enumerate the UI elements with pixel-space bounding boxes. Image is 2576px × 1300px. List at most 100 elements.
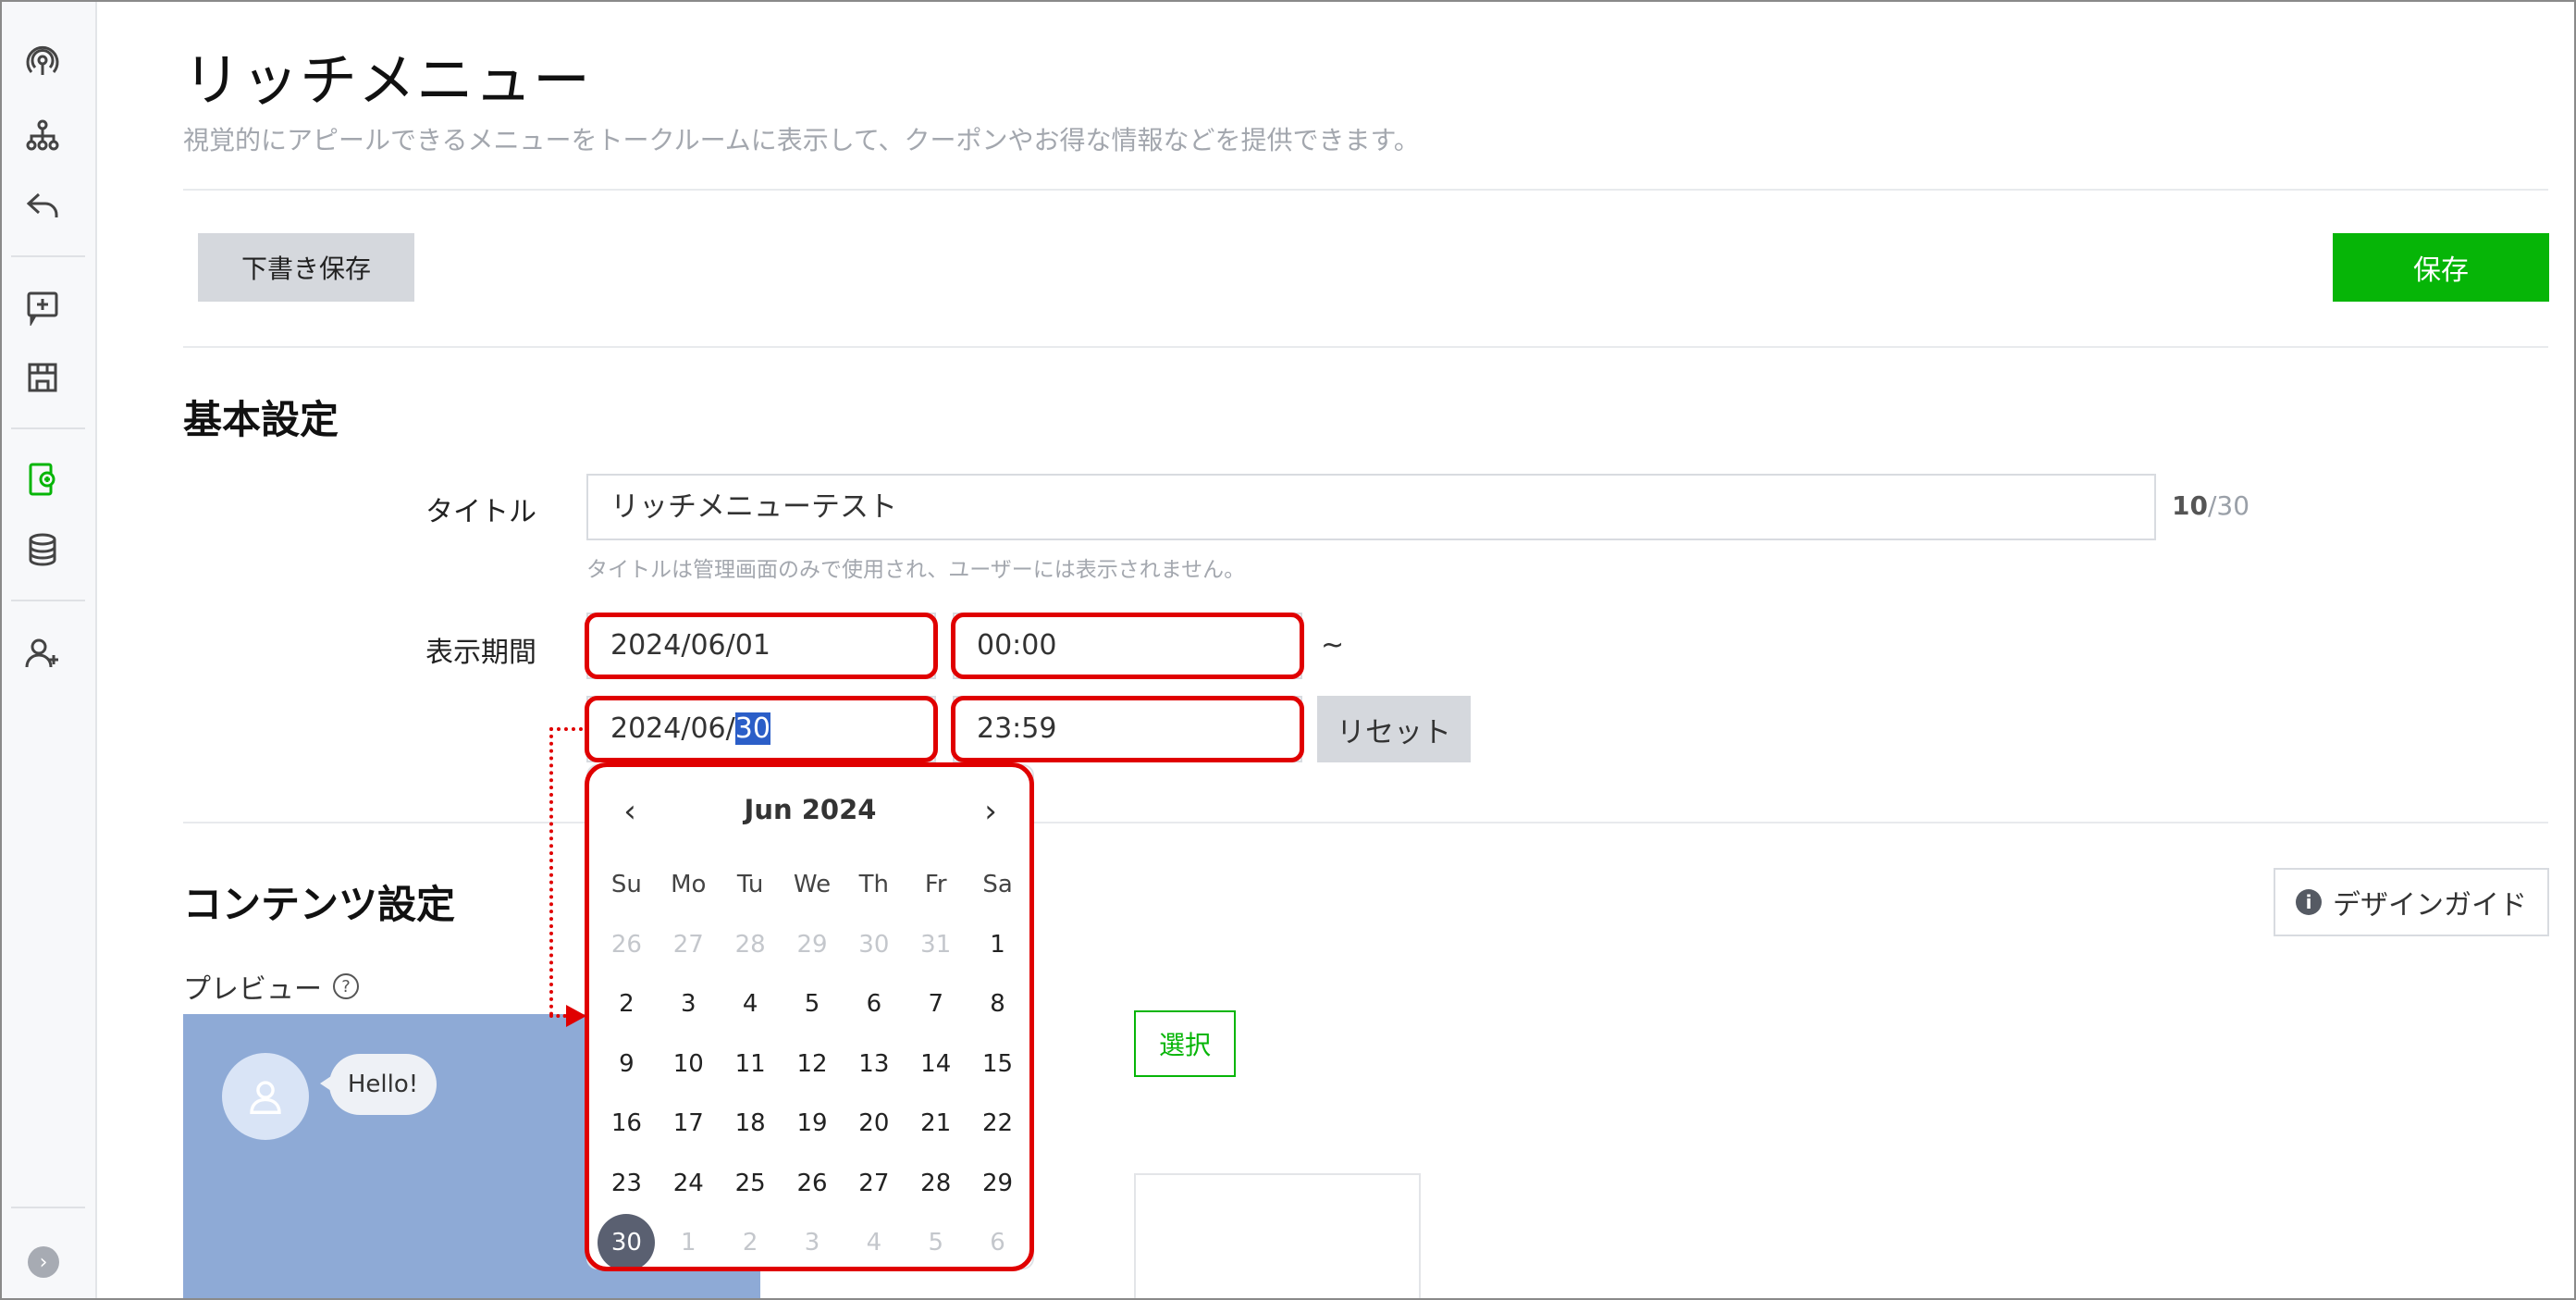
calendar-day[interactable]: 28 [905, 1154, 967, 1214]
calendar-day-number: 5 [804, 990, 820, 1019]
date-picker-popup: ‹ Jun 2024 › Su Mo Tu We Th Fr Sa 26 27 28 29 30 31 1… [586, 764, 1034, 1272]
calendar-day-number: 8 [990, 990, 1005, 1019]
calendar-day-number: 14 [920, 1049, 952, 1078]
calendar-header: ‹ Jun 2024 › [588, 790, 1032, 833]
calendar-day[interactable]: 9 [596, 1034, 658, 1095]
help-icon[interactable]: ? [333, 973, 359, 999]
calendar-day[interactable]: 1 [967, 915, 1029, 975]
calendar-day[interactable]: 21 [905, 1094, 967, 1154]
weekday-label: Th [858, 871, 890, 899]
calendar-day[interactable]: 27 [843, 1154, 905, 1214]
calendar-day[interactable]: 28 [720, 915, 782, 975]
calendar-day[interactable]: 1 [658, 1213, 720, 1273]
user-icon [250, 1081, 281, 1114]
display-period-label: 表示期間 [425, 637, 536, 669]
calendar-day[interactable]: 24 [658, 1154, 720, 1214]
weekday-label: Tu [736, 871, 764, 899]
calendar-day[interactable]: 2 [720, 1213, 782, 1273]
calendar-day[interactable]: 16 [596, 1094, 658, 1154]
calendar-day[interactable]: 3 [658, 974, 720, 1034]
end-date-prefix: 2024/06/ [610, 712, 735, 745]
annotation-connector [549, 727, 583, 731]
calendar-day[interactable]: 2 [596, 974, 658, 1034]
select-template-button[interactable]: 選択 [1134, 1010, 1236, 1077]
calendar-day[interactable]: 19 [782, 1094, 844, 1154]
next-month-chevron-icon[interactable]: › [969, 790, 1012, 833]
calendar-day-number: 3 [804, 1229, 820, 1257]
content-area-box [1134, 1173, 1421, 1300]
calendar-day[interactable]: 15 [967, 1034, 1029, 1095]
sidebar-divider [11, 1207, 85, 1208]
reply-icon[interactable] [24, 187, 61, 224]
calendar-day[interactable]: 17 [658, 1094, 720, 1154]
annotation-connector [549, 727, 553, 1016]
calendar-day-number: 9 [619, 1049, 635, 1078]
title-input[interactable]: リッチメニューテスト [586, 474, 2156, 540]
calendar-day[interactable]: 23 [596, 1154, 658, 1214]
sidebar: › [0, 0, 97, 1300]
calendar-day[interactable]: 22 [967, 1094, 1029, 1154]
calendar-day[interactable]: 12 [782, 1034, 844, 1095]
sitemap-icon[interactable] [24, 117, 61, 154]
calendar-day-number: 23 [610, 1169, 642, 1197]
calendar-day[interactable]: 18 [720, 1094, 782, 1154]
calendar-day-number: 30 [598, 1214, 656, 1272]
broadcast-icon[interactable] [24, 44, 61, 81]
calendar-day-number: 6 [866, 990, 882, 1019]
end-time-input[interactable]: 23:59 [953, 696, 1302, 762]
design-guide-button[interactable]: i デザインガイド [2274, 868, 2549, 936]
calendar-day[interactable]: 8 [967, 974, 1029, 1034]
calendar-day-number: 27 [858, 1169, 890, 1197]
divider [183, 346, 2548, 348]
store-icon[interactable] [24, 359, 61, 396]
calendar-day[interactable]: 20 [843, 1094, 905, 1154]
title-label: タイトル [425, 496, 536, 528]
rich-menu-icon[interactable] [24, 461, 61, 498]
calendar-day[interactable]: 26 [782, 1154, 844, 1214]
calendar-day[interactable]: 31 [905, 915, 967, 975]
preview-label: プレビュー? [183, 966, 359, 1007]
calendar-day[interactable]: 4 [720, 974, 782, 1034]
sidebar-expand-button[interactable]: › [28, 1246, 59, 1278]
calendar-day[interactable]: 5 [782, 974, 844, 1034]
calendar-day[interactable]: 10 [658, 1034, 720, 1095]
start-date-input[interactable]: 2024/06/01 [586, 613, 936, 679]
save-draft-button[interactable]: 下書き保存 [198, 233, 414, 302]
calendar-day[interactable]: 11 [720, 1034, 782, 1095]
calendar-day[interactable]: 29 [967, 1154, 1029, 1214]
calendar-day[interactable]: 25 [720, 1154, 782, 1214]
calendar-day-number: 26 [796, 1169, 828, 1197]
weekday-label: Fr [924, 871, 947, 899]
calendar-day-number: 25 [734, 1169, 766, 1197]
annotation-arrowhead-icon [566, 1005, 586, 1027]
message-plus-icon[interactable] [24, 289, 61, 326]
calendar-day[interactable]: 4 [843, 1213, 905, 1273]
sidebar-divider [11, 600, 85, 601]
calendar-day[interactable]: 7 [905, 974, 967, 1034]
save-button[interactable]: 保存 [2333, 233, 2549, 302]
calendar-day[interactable]: 5 [905, 1213, 967, 1273]
calendar-day[interactable]: 3 [782, 1213, 844, 1273]
calendar-day[interactable]: 6 [843, 974, 905, 1034]
calendar-day-number: 17 [672, 1109, 704, 1138]
calendar-day-number: 12 [796, 1049, 828, 1078]
calendar-day-number: 27 [672, 930, 704, 959]
calendar-day[interactable]: 14 [905, 1034, 967, 1095]
calendar-day[interactable]: 27 [658, 915, 720, 975]
basic-settings-heading: 基本設定 [183, 397, 339, 442]
calendar-day[interactable]: 29 [782, 915, 844, 975]
start-time-input[interactable]: 00:00 [953, 613, 1302, 679]
calendar-day[interactable]: 6 [967, 1213, 1029, 1273]
end-date-input[interactable]: 2024/06/30 [586, 696, 936, 762]
calendar-day[interactable]: 26 [596, 915, 658, 975]
info-icon: i [2296, 889, 2322, 915]
user-plus-icon[interactable] [24, 635, 61, 672]
calendar-day[interactable]: 13 [843, 1034, 905, 1095]
reset-button[interactable]: リセット [1317, 696, 1471, 762]
calendar-day-number: 19 [796, 1109, 828, 1138]
weekday-label: Sa [982, 871, 1013, 899]
calendar-day-selected[interactable]: 30 [596, 1213, 658, 1273]
database-icon[interactable] [24, 531, 61, 568]
calendar-day[interactable]: 30 [843, 915, 905, 975]
calendar-day-number: 15 [982, 1049, 1014, 1078]
